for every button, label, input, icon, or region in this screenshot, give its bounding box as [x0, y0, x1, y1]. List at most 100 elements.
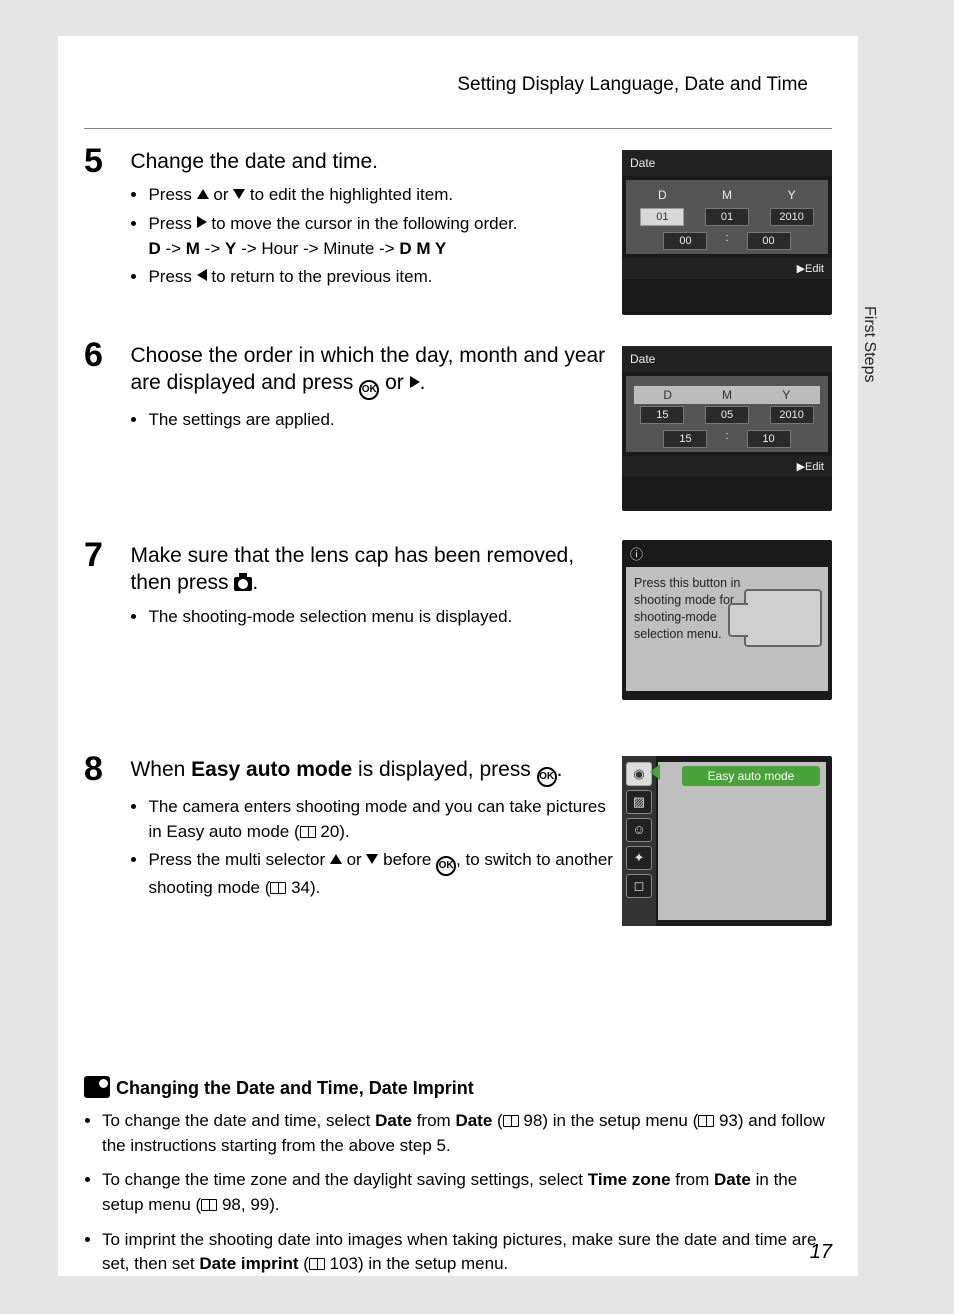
text: to return to the previous item.	[207, 267, 433, 286]
text: (	[492, 1111, 502, 1130]
up-arrow-icon	[197, 187, 209, 204]
text: to edit the highlighted item.	[245, 185, 453, 204]
text: To change the date and time, select	[102, 1111, 375, 1130]
lcd-title: Date	[622, 346, 832, 372]
date-value-row: 01 01 2010	[630, 208, 824, 226]
step-title: Make sure that the lens cap has been rem…	[130, 542, 620, 597]
bullet-item: Press to return to the previous item.	[148, 265, 620, 290]
text: 34).	[286, 878, 320, 897]
note-item: To change the date and time, select Date…	[102, 1109, 832, 1158]
step-body: Make sure that the lens cap has been rem…	[130, 536, 620, 633]
text: Y	[225, 239, 236, 258]
mode-preview-area: Easy auto mode	[658, 762, 826, 920]
lcd-footer: ▶Edit	[622, 258, 832, 279]
lcd-footer: ▶Edit	[622, 456, 832, 477]
text: To change the time zone and the daylight…	[102, 1170, 588, 1189]
right-arrow-icon	[410, 376, 420, 393]
info-icon: ⓘ	[622, 540, 832, 567]
step-number: 8	[84, 750, 126, 789]
step-number: 5	[84, 142, 126, 181]
value-hour: 15	[663, 430, 707, 448]
text: -> Hour -> Minute ->	[236, 239, 399, 258]
bullet-item: The shooting-mode selection menu is disp…	[148, 605, 620, 630]
text: or	[209, 185, 234, 204]
right-arrow-icon	[197, 216, 207, 233]
colon: :	[725, 232, 728, 250]
text: is displayed, press	[352, 758, 536, 781]
text: Easy auto mode	[191, 758, 352, 781]
text: When	[130, 758, 191, 781]
info-body: Press this button in shooting mode for s…	[626, 567, 828, 691]
label-d: D	[643, 388, 693, 402]
bullet-item: Press to move the cursor in the followin…	[148, 212, 620, 261]
page-ref-icon	[270, 882, 286, 894]
order-sequence: D -> M -> Y -> Hour -> Minute -> D M Y	[148, 237, 620, 262]
side-tab	[858, 256, 884, 546]
text: Date	[455, 1111, 492, 1130]
lcd-body: D M Y 01 01 2010 00 : 00	[626, 180, 828, 254]
bullet-item: The camera enters shooting mode and you …	[148, 795, 620, 844]
mode-label: Easy auto mode	[682, 766, 820, 786]
dmy-selected-row: D M Y	[630, 384, 824, 406]
text: .	[252, 571, 258, 594]
bullet-item: Press or to edit the highlighted item.	[148, 183, 620, 208]
text: Press	[148, 214, 196, 233]
divider	[84, 128, 832, 129]
label-m: M	[702, 388, 752, 402]
text: before	[378, 850, 436, 869]
label-m: M	[702, 188, 752, 202]
page-ref-icon	[503, 1115, 519, 1127]
value-hour: 00	[663, 232, 707, 250]
text: 98) in the setup menu (	[519, 1111, 699, 1130]
time-value-row: 15 : 10	[630, 430, 824, 448]
step-title: When Easy auto mode is displayed, press …	[130, 756, 620, 787]
text: The camera enters shooting mode and you …	[148, 797, 605, 841]
step-title: Change the date and time.	[130, 148, 620, 175]
value-day: 01	[640, 208, 684, 226]
mode-easy-auto-icon: ◉	[626, 762, 652, 786]
colon: :	[725, 430, 728, 448]
bullet-item: Press the multi selector or before OK, t…	[148, 848, 620, 901]
mode-row: ◉ ▨ ☺ ✦ ◻ Easy auto mode	[622, 756, 832, 926]
text: Date	[375, 1111, 412, 1130]
label-d: D	[637, 188, 687, 202]
ok-button-icon: OK	[436, 856, 456, 876]
note-heading: Changing the Date and Time, Date Imprint	[84, 1076, 832, 1099]
value-day: 15	[640, 406, 684, 424]
step-body: Change the date and time. Press or to ed…	[130, 142, 620, 294]
text: Press	[148, 185, 196, 204]
page-ref-icon	[300, 826, 316, 838]
text: Date	[714, 1170, 751, 1189]
text: 103) in the setup menu.	[325, 1254, 508, 1273]
bullet-list: The camera enters shooting mode and you …	[130, 795, 620, 901]
text: .	[557, 758, 563, 781]
edit-label: Edit	[805, 461, 824, 473]
lcd-title: Date	[622, 150, 832, 176]
lcd-mode-screen: ◉ ▨ ☺ ✦ ◻ Easy auto mode	[622, 756, 832, 926]
lcd-info-screen: ⓘ Press this button in shooting mode for…	[622, 540, 832, 700]
lcd-date-screen-1: Date D M Y 01 01 2010 00 : 00 ▶Edit	[622, 150, 832, 315]
text: from	[671, 1170, 714, 1189]
text: .	[420, 371, 426, 394]
lcd-date-screen-2: Date D M Y 15 05 2010 15 : 10 ▶Edit	[622, 346, 832, 511]
value-minute: 10	[747, 430, 791, 448]
arrow-icon	[650, 764, 660, 780]
mode-icons-column: ◉ ▨ ☺ ✦ ◻	[622, 756, 656, 926]
label-y: Y	[761, 388, 811, 402]
mode-smart-portrait-icon: ☺	[626, 818, 652, 842]
down-arrow-icon	[233, 187, 245, 204]
mode-auto-icon: ◻	[626, 874, 652, 898]
text: Time zone	[588, 1170, 671, 1189]
bullet-list: Press or to edit the highlighted item. P…	[130, 183, 620, 290]
note-section: Changing the Date and Time, Date Imprint…	[84, 1076, 832, 1287]
lcd-body: D M Y 15 05 2010 15 : 10	[626, 376, 828, 452]
note-item: To change the time zone and the daylight…	[102, 1168, 832, 1217]
mode-sport-icon: ✦	[626, 846, 652, 870]
step-body: Choose the order in which the day, month…	[130, 336, 620, 437]
text: Press the multi selector	[148, 850, 329, 869]
up-arrow-icon	[330, 852, 342, 869]
value-month: 05	[705, 406, 749, 424]
bullet-list: The settings are applied.	[130, 408, 620, 433]
text: from	[412, 1111, 455, 1130]
down-arrow-icon	[366, 852, 378, 869]
